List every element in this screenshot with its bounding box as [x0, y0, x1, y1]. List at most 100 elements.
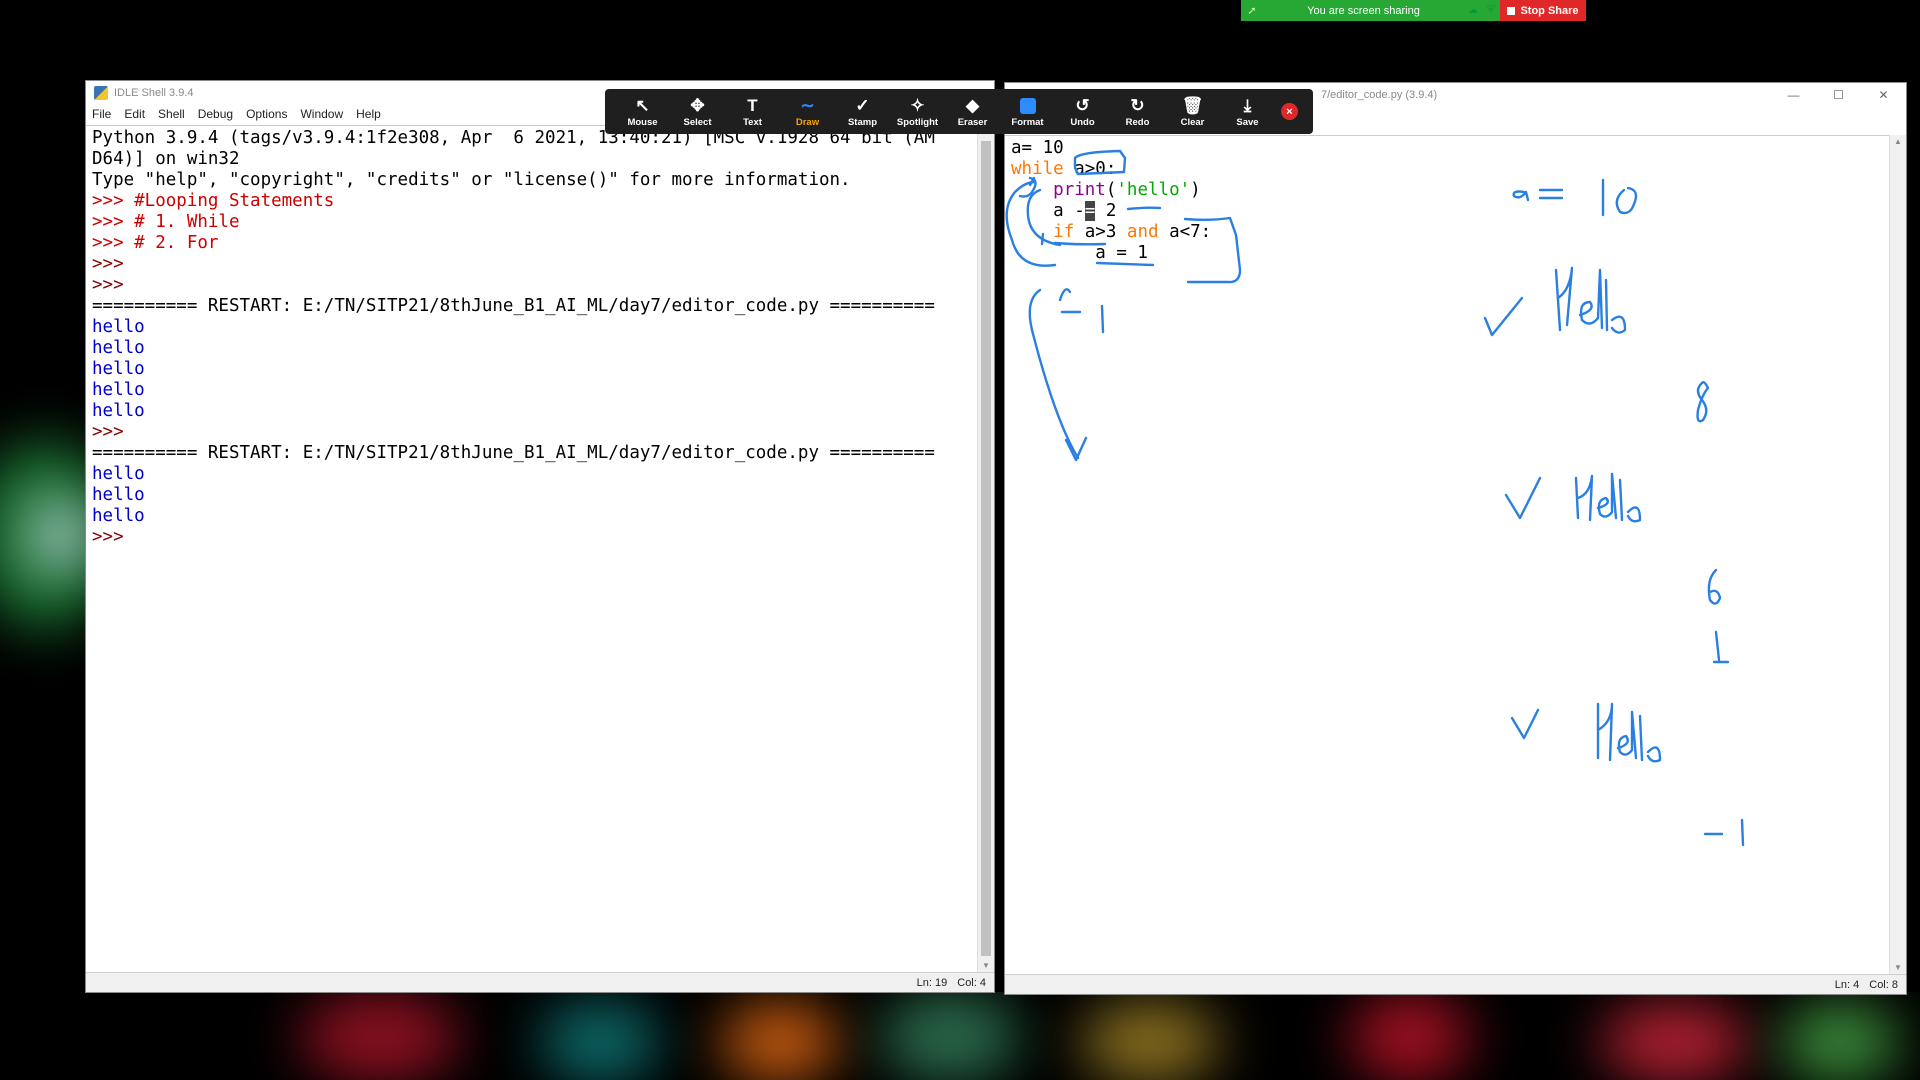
- tool-label: Redo: [1125, 117, 1150, 128]
- shell-line: hello: [92, 317, 145, 337]
- screen-sharing-bar: ➚ You are screen sharing ☁ ⛨ Stop Share: [1241, 0, 1586, 21]
- idle-shell-window: IDLE Shell 3.9.4 File Edit Shell Debug Optio…: [85, 80, 995, 993]
- code-line-1: a= 10: [1011, 138, 1064, 158]
- shell-scrollbar[interactable]: ▲ ▼: [977, 125, 994, 972]
- scroll-up-icon[interactable]: ▲: [1890, 137, 1906, 146]
- tool-label: Text: [743, 117, 762, 128]
- editor-code[interactable]: a= 10 while a>0: print('hello') a -= 2 i…: [1005, 135, 1890, 974]
- tool-save-button[interactable]: ⤓ Save: [1220, 95, 1275, 128]
- shell-line: hello: [92, 338, 145, 358]
- python-icon: [94, 86, 108, 100]
- shell-line: ========== RESTART: E:/TN/SITP21/8thJune…: [92, 443, 935, 463]
- shell-line: ========== RESTART: E:/TN/SITP21/8thJune…: [92, 296, 935, 316]
- tool-label: Clear: [1180, 117, 1205, 128]
- shell-title: IDLE Shell 3.9.4: [114, 87, 194, 99]
- menu-options[interactable]: Options: [246, 107, 287, 121]
- tool-stamp-button[interactable]: ✓ Stamp: [835, 95, 890, 128]
- scroll-down-icon[interactable]: ▼: [978, 961, 994, 970]
- sharing-status-text: You are screen sharing: [1307, 4, 1420, 17]
- shell-line: hello: [92, 401, 145, 421]
- editor-title: 7/editor_code.py (3.9.4): [1321, 89, 1438, 101]
- maximize-icon[interactable]: ☐: [1816, 83, 1861, 107]
- menu-window[interactable]: Window: [300, 107, 343, 121]
- menu-file[interactable]: File: [92, 107, 111, 121]
- eraser-icon: ◆: [965, 96, 980, 115]
- stop-share-button[interactable]: Stop Share: [1500, 0, 1586, 21]
- line-number: Ln: 4: [1834, 978, 1860, 991]
- format-icon: [1019, 98, 1036, 114]
- menu-debug[interactable]: Debug: [198, 107, 233, 121]
- background-bokeh-white: [30, 500, 90, 570]
- undo-icon: ↺: [1075, 96, 1090, 115]
- annotation-toolbar: ↖ Mouse ✥ Select T Text ∼ Draw ✓ Stamp ✧ Spotlight ◆…: [605, 89, 1313, 134]
- editor-scrollbar[interactable]: ▲ ▼: [1889, 135, 1906, 974]
- sharing-icon: ➚: [1247, 5, 1257, 17]
- minimize-icon[interactable]: —: [1771, 83, 1816, 107]
- shell-line: hello: [92, 380, 145, 400]
- tool-label: Undo: [1070, 117, 1095, 128]
- code-line-3: print('hello'): [1053, 180, 1201, 200]
- code-line-2: while a>0:: [1011, 159, 1117, 179]
- column-number: Col: 4: [957, 976, 986, 989]
- shell-line: >>> #Looping Statements: [92, 191, 335, 211]
- tool-eraser-button[interactable]: ◆ Eraser: [945, 95, 1000, 128]
- tool-format-button[interactable]: Format: [1000, 95, 1055, 128]
- close-annotation-icon[interactable]: ×: [1281, 103, 1298, 120]
- mouse-pointer-icon: ↖: [635, 96, 650, 115]
- save-icon: ⤓: [1243, 96, 1252, 115]
- shell-line: hello: [92, 506, 145, 526]
- shell-line: >>> # 1. While: [92, 212, 240, 232]
- editor-statusbar: Ln: 4 Col: 8: [1005, 974, 1906, 994]
- shell-line: >>>: [92, 422, 124, 442]
- draw-icon: ∼: [800, 96, 815, 115]
- checkmark-icon: ✓: [855, 96, 870, 115]
- tool-label: Select: [683, 117, 712, 128]
- scroll-down-icon[interactable]: ▼: [1890, 963, 1906, 972]
- tool-select-button[interactable]: ✥ Select: [670, 95, 725, 128]
- tool-label: Format: [1011, 117, 1044, 128]
- cloud-icon[interactable]: ☁: [1464, 5, 1482, 16]
- line-number: Ln: 19: [916, 976, 948, 989]
- spotlight-icon: ✧: [910, 96, 925, 115]
- menu-shell[interactable]: Shell: [158, 107, 185, 121]
- window-controls: — ☐ ✕: [1771, 83, 1906, 107]
- tool-label: Save: [1236, 117, 1259, 128]
- code-line-6: a = 1: [1011, 243, 1148, 263]
- tool-redo-button[interactable]: ↻ Redo: [1110, 95, 1165, 128]
- shell-line: >>>: [92, 275, 124, 295]
- tool-label: Spotlight: [896, 117, 939, 128]
- shell-line: D64)] on win32: [92, 149, 240, 169]
- tool-label: Stamp: [847, 117, 878, 128]
- trash-icon: 🗑: [1181, 96, 1204, 115]
- tool-label: Mouse: [627, 117, 658, 128]
- tool-draw-button[interactable]: ∼ Draw: [780, 95, 835, 128]
- tool-text-button[interactable]: T Text: [725, 95, 780, 128]
- stop-icon: [1507, 6, 1516, 15]
- shell-line: Type "help", "copyright", "credits" or "…: [92, 170, 851, 190]
- shell-line: hello: [92, 359, 145, 379]
- tool-undo-button[interactable]: ↺ Undo: [1055, 95, 1110, 128]
- code-line-5: if a>3 and a<7:: [1053, 222, 1212, 242]
- sharing-status[interactable]: ➚ You are screen sharing ☁ ⛨: [1241, 0, 1500, 21]
- close-icon[interactable]: ✕: [1861, 83, 1906, 107]
- tool-spotlight-button[interactable]: ✧ Spotlight: [890, 95, 945, 128]
- text-cursor: =: [1084, 201, 1096, 221]
- shell-line: hello: [92, 464, 145, 484]
- tool-mouse-button[interactable]: ↖ Mouse: [615, 95, 670, 128]
- shield-icon[interactable]: ⛨: [1482, 5, 1500, 16]
- tool-clear-button[interactable]: 🗑 Clear: [1165, 95, 1220, 128]
- code-line-4: a -= 2: [1011, 201, 1117, 221]
- text-icon: T: [747, 96, 758, 115]
- shell-output[interactable]: Python 3.9.4 (tags/v3.9.4:1f2e308, Apr 6…: [86, 125, 978, 972]
- redo-icon: ↻: [1130, 96, 1145, 115]
- shell-line: >>> # 2. For: [92, 233, 219, 253]
- menu-help[interactable]: Help: [356, 107, 381, 121]
- scroll-thumb[interactable]: [981, 141, 991, 956]
- shell-line: hello: [92, 485, 145, 505]
- menu-edit[interactable]: Edit: [124, 107, 145, 121]
- tool-label: Draw: [795, 117, 820, 128]
- shell-statusbar: Ln: 19 Col: 4: [86, 972, 994, 992]
- background-strip: [0, 992, 1920, 1080]
- column-number: Col: 8: [1869, 978, 1898, 991]
- tool-label: Eraser: [957, 117, 988, 128]
